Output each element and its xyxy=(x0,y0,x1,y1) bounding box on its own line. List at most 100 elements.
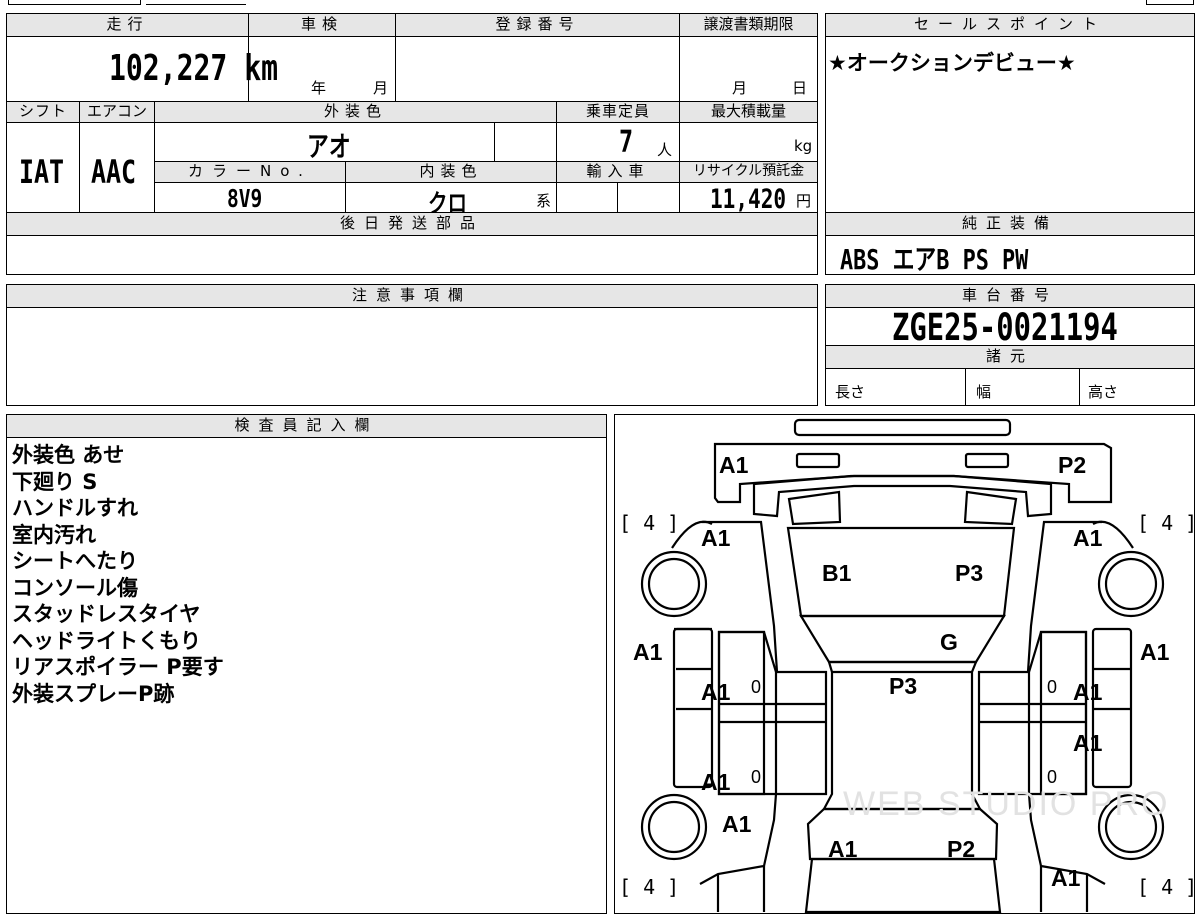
door-zero-mark: 0 xyxy=(751,677,762,697)
shift-value: IAT xyxy=(19,153,65,191)
later-parts-label: 後日発送部品 xyxy=(6,212,818,236)
tire-front-right: [ 4 ] xyxy=(1137,511,1198,535)
chassis-value-cell: ZGE25-0021194 xyxy=(825,306,1195,349)
inspector-section: 検査員記入欄 外装色 あせ 下廻り S ハンドルすれ 室内汚れ シートへたり コ… xyxy=(6,414,607,914)
front-door-left-grade: A1 xyxy=(701,679,731,705)
width-label: 幅 xyxy=(976,383,992,401)
rear-fender-left-grade: A1 xyxy=(722,811,752,837)
inspector-line: 室内汚れ xyxy=(12,522,96,547)
capacity-number: 7 xyxy=(619,125,634,160)
length-cell: 長さ xyxy=(825,368,966,406)
exterior-color-text: アオ xyxy=(307,130,351,163)
capacity-label: 乗車定員 xyxy=(556,101,680,123)
exterior-color-value: アオ xyxy=(154,122,495,163)
aircon-label: エアコン xyxy=(79,101,155,123)
inspector-line: 外装スプレーP跡 xyxy=(12,681,175,706)
max-load-value: kg xyxy=(679,122,818,162)
rear-door-right-grade: A1 xyxy=(1073,730,1103,756)
recycle-label: リサイクル預託金 xyxy=(679,161,818,183)
top-strip xyxy=(0,0,1200,6)
standard-equipment-text: ABS エアB PS PW xyxy=(840,243,1029,276)
door-zero-mark: 0 xyxy=(1047,677,1058,697)
mileage-value: 102,227 km xyxy=(6,36,278,102)
length-label: 長さ xyxy=(835,383,866,401)
windshield-left-grade: B1 xyxy=(822,560,852,586)
color-no-label: カラーNo. xyxy=(154,161,346,183)
rear-fender-right-grade: A1 xyxy=(1051,865,1081,891)
transfer-deadline-value: 月 日 xyxy=(679,36,818,102)
inspector-line: 下廻り S xyxy=(12,469,98,494)
tire-front-left: [ 4 ] xyxy=(619,511,680,535)
interior-color-suffix: 系 xyxy=(536,192,552,210)
max-load-unit: kg xyxy=(794,137,813,155)
standard-equipment-body: ABS エアB PS PW xyxy=(825,235,1195,276)
front-door-right-grade: A1 xyxy=(1073,679,1103,705)
recycle-unit: 円 xyxy=(796,192,812,210)
interior-color-value: クロ 系 xyxy=(345,182,557,218)
inspector-body: 外装色 あせ 下廻り S ハンドルすれ 室内汚れ シートへたり コンソール傷 ス… xyxy=(6,437,607,914)
transfer-deadline-label: 譲渡書類期限 xyxy=(679,13,818,37)
notes-label: 注意事項欄 xyxy=(6,284,818,308)
inspector-line: ヘッドライトくもり xyxy=(12,628,201,653)
tailgate-right-grade: P2 xyxy=(947,836,976,862)
shaken-value: 年 月 xyxy=(248,36,396,102)
sales-point-section: セールスポイント ★オークションデビュー★ xyxy=(825,13,1195,213)
roof-grade: P3 xyxy=(889,673,918,699)
inspector-line: コンソール傷 xyxy=(12,575,138,600)
windshield-right-grade: P3 xyxy=(955,560,984,586)
transfer-month: 月 xyxy=(732,79,748,97)
watermark: WEB STUDIO PRO xyxy=(843,785,1170,823)
front-fender-left-grade: A1 xyxy=(701,525,731,551)
door-zero-mark: 0 xyxy=(751,767,762,787)
max-load-label: 最大積載量 xyxy=(679,101,818,123)
transfer-day: 日 xyxy=(792,79,808,97)
spec-label: 諸元 xyxy=(825,345,1195,369)
width-cell: 幅 xyxy=(965,368,1080,406)
shaken-label: 車検 xyxy=(248,13,396,37)
registration-label: 登録番号 xyxy=(395,13,680,37)
height-cell: 高さ xyxy=(1079,368,1195,406)
chassis-number: ZGE25-0021194 xyxy=(892,306,1118,349)
capacity-unit: 人 xyxy=(657,141,673,159)
recycle-value: 11,420 円 xyxy=(679,182,818,215)
damage-diagram: [ 4 ] [ 4 ] [ 4 ] [ 4 ] A1 P2 A1 A1 B1 P… xyxy=(614,414,1198,914)
standard-equipment-section: 純正装備 ABS エアB PS PW xyxy=(825,212,1195,276)
rear-door-left-grade: A1 xyxy=(701,769,731,795)
shift-label: シフト xyxy=(6,101,80,123)
import-value-2 xyxy=(617,182,680,213)
front-fender-right-grade: A1 xyxy=(1073,525,1103,551)
color-no-value: 8V9 xyxy=(154,182,346,213)
tire-rear-left: [ 4 ] xyxy=(619,875,680,899)
aircon-value: AAC xyxy=(91,153,137,191)
inspector-line: シートへたり xyxy=(12,549,138,573)
pillar-right-grade: A1 xyxy=(1140,639,1170,665)
hood-right-grade: P2 xyxy=(1058,452,1087,478)
standard-equipment-label: 純正装備 xyxy=(825,212,1195,236)
capacity-value: 7 人 xyxy=(556,122,680,162)
sales-point-text: ★オークションデビュー★ xyxy=(828,51,1076,75)
inspector-line: リアスポイラー P要す xyxy=(12,655,224,679)
inspector-line: ハンドルすれ xyxy=(12,496,138,520)
inspector-line: 外装色 あせ xyxy=(12,443,125,467)
color-no-text: 8V9 xyxy=(227,184,263,213)
notes-section: 注意事項欄 xyxy=(6,284,818,406)
sales-point-body: ★オークションデビュー★ xyxy=(825,36,1195,213)
later-parts-value xyxy=(6,235,818,275)
import-label: 輸入車 xyxy=(556,161,680,183)
shaken-month: 月 xyxy=(373,79,389,97)
chassis-section: 車台番号 ZGE25-0021194 諸元 長さ 幅 高さ xyxy=(825,284,1195,406)
chassis-label: 車台番号 xyxy=(825,284,1195,308)
aircon-value-cell: AAC xyxy=(79,122,155,213)
recycle-amount: 11,420 xyxy=(710,184,787,215)
inspector-line: スタッドレスタイヤ xyxy=(12,602,201,626)
tire-rear-right: [ 4 ] xyxy=(1137,875,1198,899)
sales-point-label: セールスポイント xyxy=(825,13,1195,37)
tailgate-left-grade: A1 xyxy=(828,836,858,862)
shift-value-cell: IAT xyxy=(6,122,80,213)
shaken-year: 年 xyxy=(311,79,327,97)
exterior-color-label: 外装色 xyxy=(154,101,557,123)
car-outline xyxy=(640,418,1165,914)
interior-color-label: 内装色 xyxy=(345,161,557,183)
exterior-color-extra xyxy=(494,122,557,162)
vehicle-info-table: 走行 車検 登録番号 譲渡書類期限 102,227 km 年 月 月 日 シフト… xyxy=(6,13,818,275)
